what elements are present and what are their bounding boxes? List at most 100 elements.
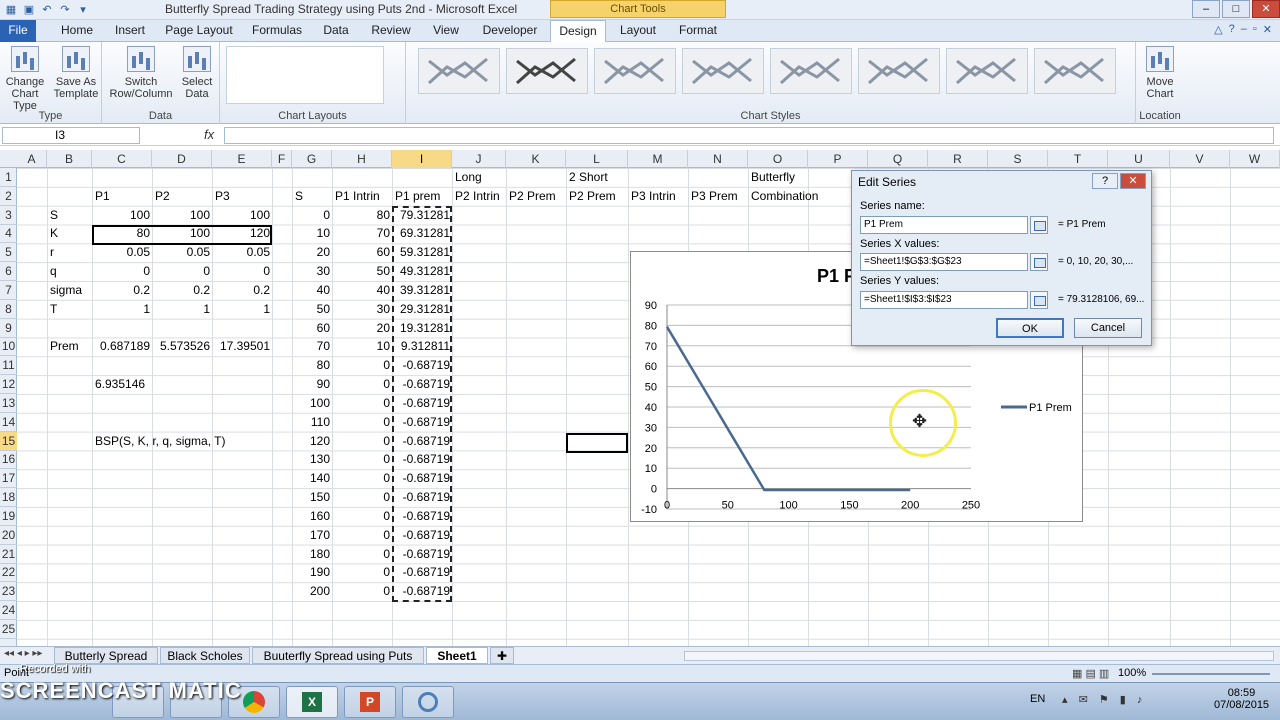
row-header-11[interactable]: 11 <box>0 356 17 376</box>
series-y-input[interactable]: =Sheet1!$I$3:$I$23 <box>860 291 1028 309</box>
cell-g10[interactable]: 70 <box>295 337 332 356</box>
column-header-c[interactable]: C <box>92 150 152 168</box>
cell-g17[interactable]: 140 <box>295 469 332 488</box>
cell-b7[interactable]: sigma <box>50 281 82 300</box>
cell-g22[interactable]: 190 <box>295 563 332 582</box>
change-chart-type-button[interactable]: Change Chart Type <box>0 46 50 112</box>
column-header-p[interactable]: P <box>808 150 868 168</box>
chart-style-thumbnail[interactable] <box>682 48 764 94</box>
cell-e10[interactable]: 17.39501 <box>215 337 272 356</box>
row-header-13[interactable]: 13 <box>0 394 17 413</box>
row-header-15[interactable]: 15 <box>0 431 17 451</box>
screencast-taskbar-icon[interactable] <box>402 686 454 718</box>
column-header-l[interactable]: L <box>566 150 628 168</box>
horizontal-scrollbar[interactable] <box>684 651 1274 661</box>
tab-developer[interactable]: Developer <box>476 20 544 42</box>
cell-e8[interactable]: 1 <box>215 300 272 319</box>
workbook-restore-icon[interactable]: ▫ <box>1253 23 1257 36</box>
tab-review[interactable]: Review <box>364 20 418 42</box>
cell-b4[interactable]: K <box>50 224 58 243</box>
cell-g19[interactable]: 160 <box>295 507 332 526</box>
cell-e7[interactable]: 0.2 <box>215 281 272 300</box>
cell-h13[interactable]: 0 <box>335 394 392 413</box>
undo-icon[interactable]: ↶ <box>40 3 54 17</box>
row-header-23[interactable]: 23 <box>0 582 17 602</box>
series-name-input[interactable]: P1 Prem <box>860 216 1028 234</box>
cell-n2[interactable]: P3 Prem <box>691 187 738 206</box>
cell-g14[interactable]: 110 <box>295 413 332 432</box>
cell-g5[interactable]: 20 <box>295 243 332 262</box>
cell-d5[interactable]: 0.05 <box>155 243 212 262</box>
row-header-7[interactable]: 7 <box>0 281 17 300</box>
tab-file[interactable]: File <box>0 20 36 42</box>
column-header-j[interactable]: J <box>452 150 506 168</box>
cell-c12[interactable]: 6.935146 <box>95 375 145 394</box>
row-header-12[interactable]: 12 <box>0 375 17 395</box>
tab-layout[interactable]: Layout <box>612 20 664 42</box>
column-header-u[interactable]: U <box>1108 150 1170 168</box>
cell-h9[interactable]: 20 <box>335 319 392 338</box>
column-header-n[interactable]: N <box>688 150 748 168</box>
cell-h14[interactable]: 0 <box>335 413 392 432</box>
cell-c7[interactable]: 0.2 <box>95 281 152 300</box>
cell-b8[interactable]: T <box>50 300 57 319</box>
cell-g8[interactable]: 50 <box>295 300 332 319</box>
cell-e3[interactable]: 100 <box>215 206 272 225</box>
cell-i2[interactable]: P1 prem <box>395 187 440 206</box>
row-header-4[interactable]: 4 <box>0 224 17 244</box>
cell-g2[interactable]: S <box>295 187 303 206</box>
customize-qat-icon[interactable]: ▾ <box>76 3 90 17</box>
cell-c5[interactable]: 0.05 <box>95 243 152 262</box>
series-y-range-picker-icon[interactable] <box>1030 291 1048 309</box>
chart-style-thumbnail[interactable] <box>506 48 588 94</box>
series-name-range-picker-icon[interactable] <box>1030 216 1048 234</box>
column-header-w[interactable]: W <box>1230 150 1280 168</box>
cell-c15[interactable]: BSP(S, K, r, q, sigma, T) <box>95 432 225 451</box>
cell-o2[interactable]: Combination <box>751 187 818 206</box>
cell-d8[interactable]: 1 <box>155 300 212 319</box>
chart-layouts-gallery[interactable] <box>226 46 384 104</box>
powerpoint-taskbar-icon[interactable]: P <box>344 686 396 718</box>
cell-h4[interactable]: 70 <box>335 224 392 243</box>
cell-b6[interactable]: q <box>50 262 57 281</box>
column-header-a[interactable]: A <box>17 150 47 168</box>
row-header-16[interactable]: 16 <box>0 450 17 470</box>
cell-d6[interactable]: 0 <box>155 262 212 281</box>
zoom-level[interactable]: 100% <box>1118 667 1146 679</box>
language-indicator[interactable]: EN <box>1030 693 1045 705</box>
cell-o1[interactable]: Butterfly <box>751 168 795 187</box>
sheet-tab-butterfly-puts[interactable]: Buuterfly Spread using Puts <box>252 647 424 664</box>
column-header-b[interactable]: B <box>47 150 92 168</box>
formula-input[interactable] <box>224 127 1274 144</box>
cell-h2[interactable]: P1 Intrin <box>335 187 380 206</box>
column-header-d[interactable]: D <box>152 150 212 168</box>
sheet-tab-butterly-spread[interactable]: Butterly Spread <box>54 647 158 664</box>
row-header-22[interactable]: 22 <box>0 563 17 583</box>
cell-h20[interactable]: 0 <box>335 526 392 545</box>
cell-g4[interactable]: 10 <box>295 224 332 243</box>
cell-h11[interactable]: 0 <box>335 356 392 375</box>
column-header-o[interactable]: O <box>748 150 808 168</box>
row-header-3[interactable]: 3 <box>0 206 17 225</box>
cell-g23[interactable]: 200 <box>295 582 332 601</box>
cell-k2[interactable]: P2 Prem <box>509 187 556 206</box>
excel-icon[interactable]: ▦ <box>4 3 18 17</box>
help-icon[interactable]: ? <box>1229 23 1235 36</box>
cell-h16[interactable]: 0 <box>335 450 392 469</box>
cell-g13[interactable]: 100 <box>295 394 332 413</box>
cancel-button[interactable]: Cancel <box>1074 318 1142 338</box>
tab-home[interactable]: Home <box>52 20 102 42</box>
cell-h17[interactable]: 0 <box>335 469 392 488</box>
tab-formulas[interactable]: Formulas <box>246 20 308 42</box>
cell-j2[interactable]: P2 Intrin <box>455 187 500 206</box>
chart-style-thumbnail[interactable] <box>770 48 852 94</box>
cell-g16[interactable]: 130 <box>295 450 332 469</box>
tab-insert[interactable]: Insert <box>106 20 154 42</box>
cell-b10[interactable]: Prem <box>50 337 79 356</box>
workbook-minimize-icon[interactable]: – <box>1241 23 1247 36</box>
cell-d2[interactable]: P2 <box>155 187 170 206</box>
chart-style-thumbnail[interactable] <box>858 48 940 94</box>
column-header-t[interactable]: T <box>1048 150 1108 168</box>
column-header-v[interactable]: V <box>1170 150 1230 168</box>
row-header-5[interactable]: 5 <box>0 243 17 263</box>
